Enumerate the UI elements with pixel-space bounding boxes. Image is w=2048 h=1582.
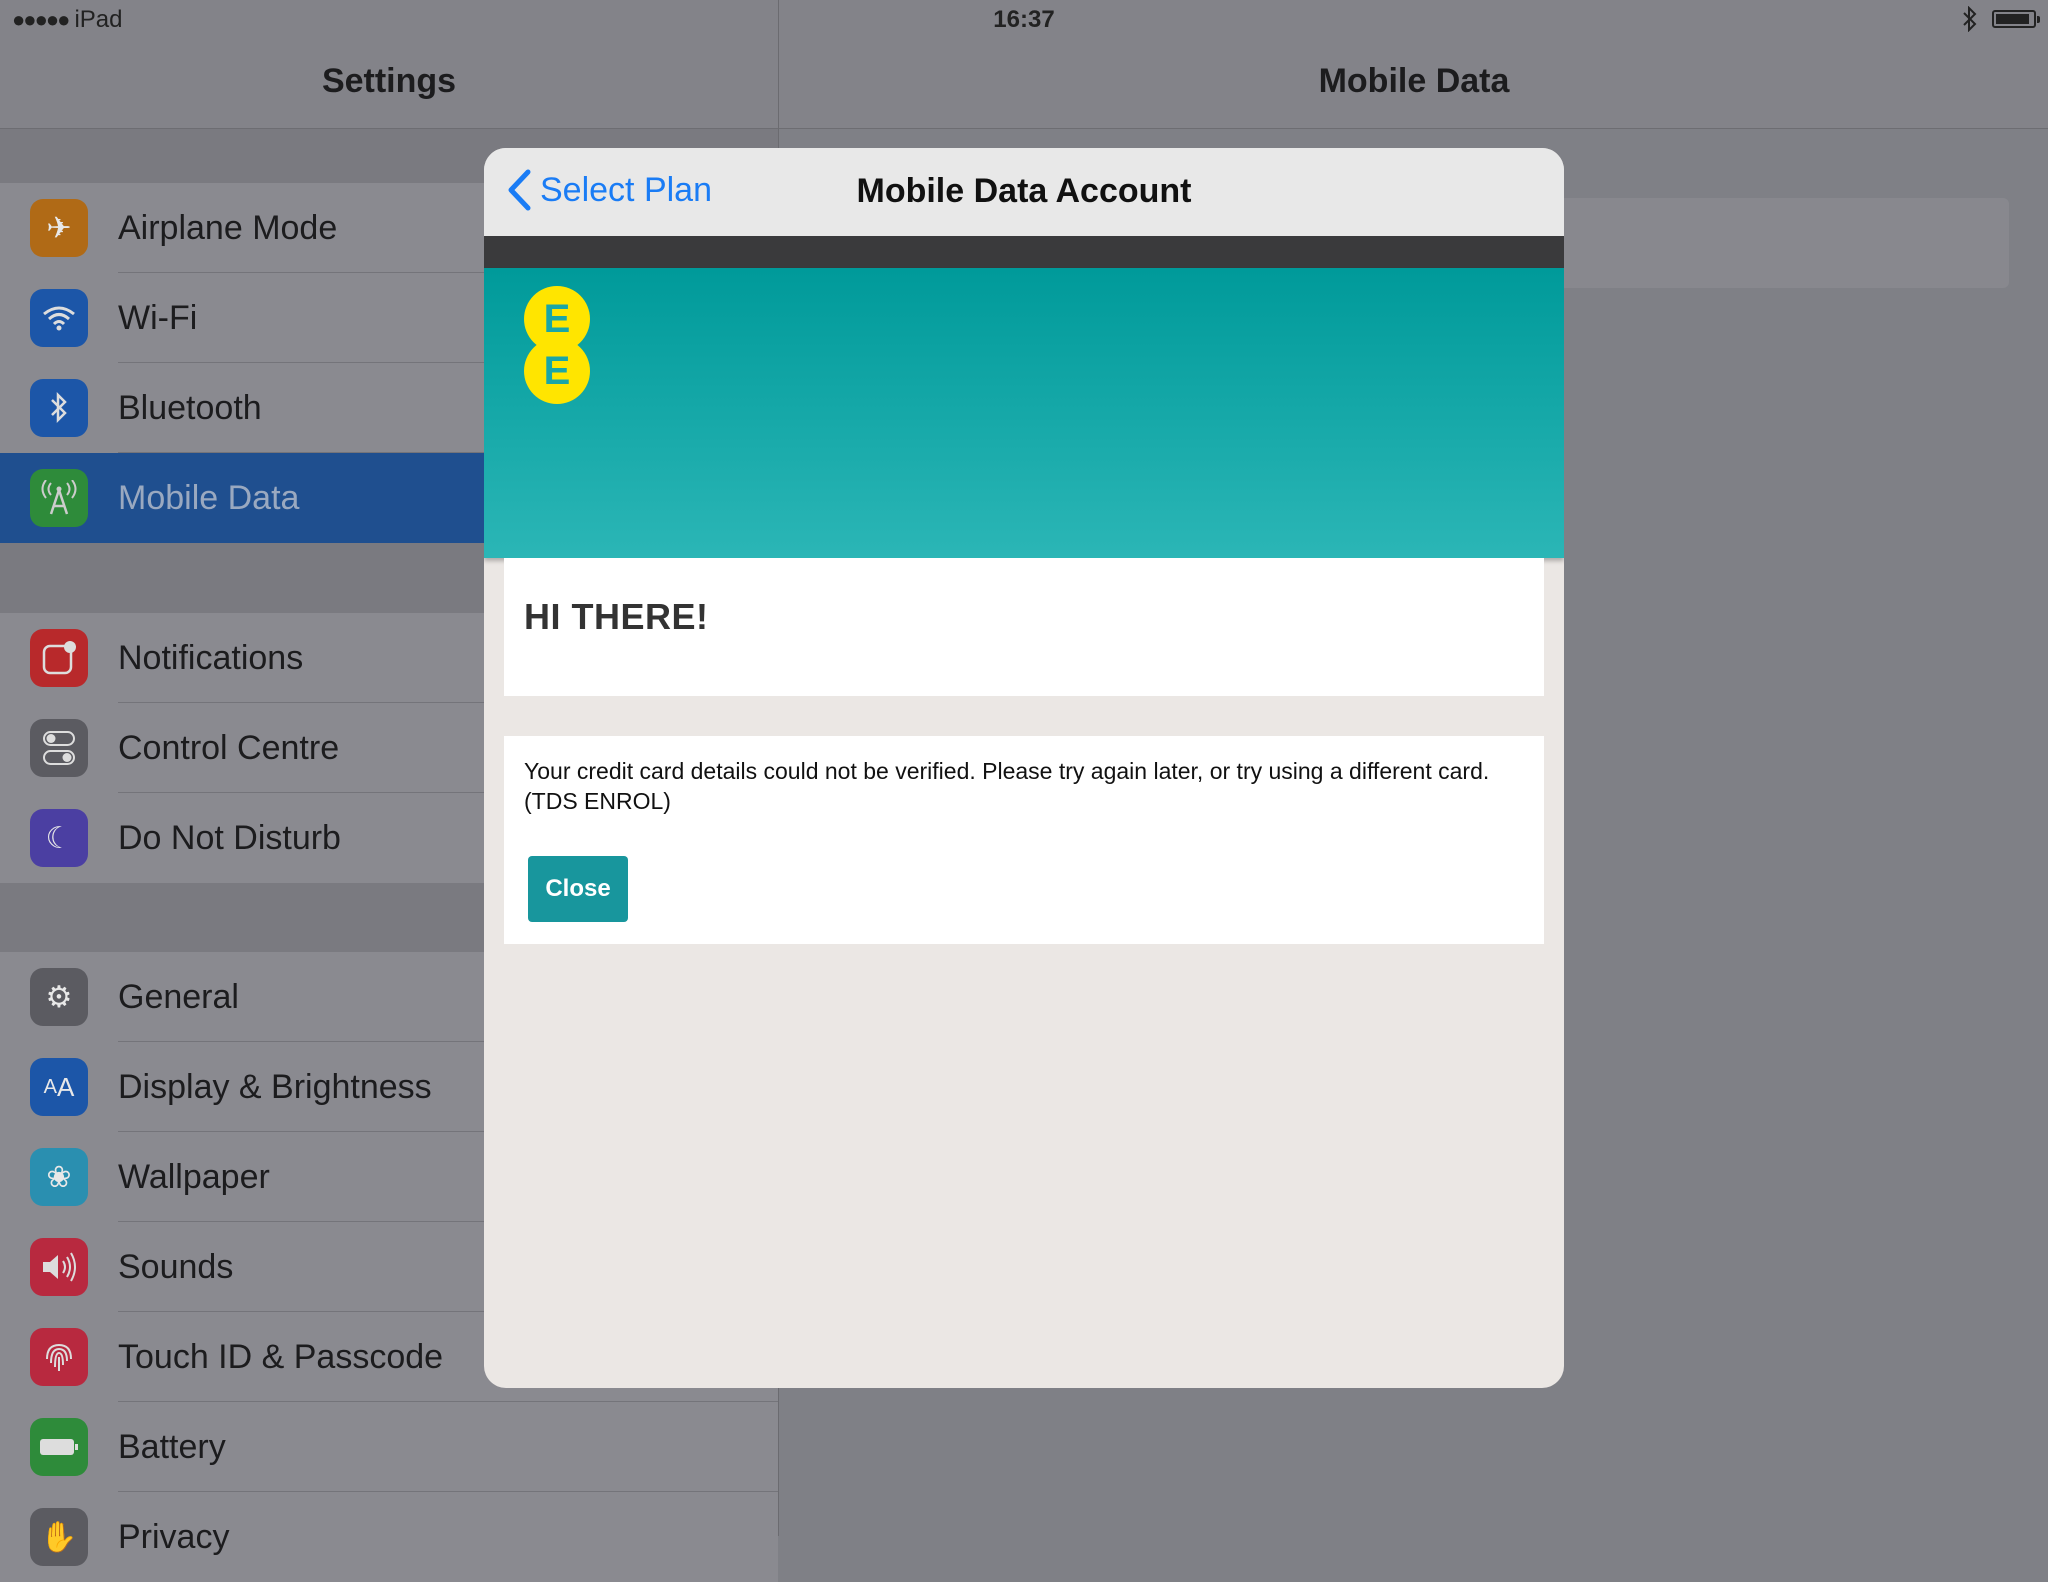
wifi-icon <box>30 289 88 347</box>
greeting-heading: HI THERE! <box>524 596 709 637</box>
clock: 16:37 <box>993 6 1055 33</box>
settings-row-battery[interactable]: Battery <box>0 1402 778 1492</box>
mobile-data-account-modal: Select Plan Mobile Data Account E E HI T… <box>484 148 1564 1388</box>
settings-row-label: Bluetooth <box>118 388 262 427</box>
battery-status-icon <box>1992 10 2040 28</box>
status-right <box>1962 6 2040 32</box>
text-size-icon: AA <box>30 1058 88 1116</box>
settings-row-label: Privacy <box>118 1517 230 1556</box>
bluetooth-icon <box>30 379 88 437</box>
settings-row-label: Control Centre <box>118 728 340 767</box>
modal-divider-bar <box>484 236 1564 268</box>
ee-logo-icon: E E <box>524 286 590 404</box>
hand-icon: ✋ <box>30 1508 88 1566</box>
settings-row-label: Wallpaper <box>118 1157 270 1196</box>
error-message-text: Your credit card details could not be ve… <box>524 758 1490 814</box>
settings-row-privacy[interactable]: ✋ Privacy <box>0 1492 778 1582</box>
settings-row-label: Battery <box>118 1427 226 1466</box>
bluetooth-status-icon <box>1963 6 1977 32</box>
settings-row-label: Touch ID & Passcode <box>118 1337 444 1376</box>
switches-icon <box>30 719 88 777</box>
speaker-icon <box>30 1238 88 1296</box>
antenna-icon <box>30 469 88 527</box>
modal-nav-bar: Select Plan Mobile Data Account <box>484 148 1564 237</box>
settings-row-label: Wi-Fi <box>118 298 198 337</box>
airplane-icon: ✈ <box>30 199 88 257</box>
settings-row-label: Airplane Mode <box>118 208 338 247</box>
moon-icon: ☾ <box>30 809 88 867</box>
close-button[interactable]: Close <box>528 856 628 922</box>
settings-row-label: General <box>118 977 239 1016</box>
settings-row-label: Do Not Disturb <box>118 818 341 857</box>
fingerprint-icon <box>30 1328 88 1386</box>
detail-title: Mobile Data <box>1318 62 1510 100</box>
detail-card <box>1559 198 2009 288</box>
status-bar: ●●●●● iPad 16:37 <box>0 0 2048 40</box>
settings-row-label: Mobile Data <box>118 478 300 517</box>
settings-row-label: Notifications <box>118 638 304 677</box>
modal-title: Mobile Data Account <box>856 172 1192 210</box>
ee-banner: E E <box>484 268 1564 558</box>
greeting-card: HI THERE! <box>504 558 1544 696</box>
error-message-card: Your credit card details could not be ve… <box>504 736 1544 944</box>
page-title: Settings <box>321 62 457 100</box>
battery-icon <box>30 1418 88 1476</box>
notifications-icon <box>30 629 88 687</box>
flower-icon: ❀ <box>30 1148 88 1206</box>
settings-row-label: Display & Brightness <box>118 1067 432 1106</box>
gear-icon: ⚙ <box>30 968 88 1026</box>
settings-row-label: Sounds <box>118 1247 234 1286</box>
